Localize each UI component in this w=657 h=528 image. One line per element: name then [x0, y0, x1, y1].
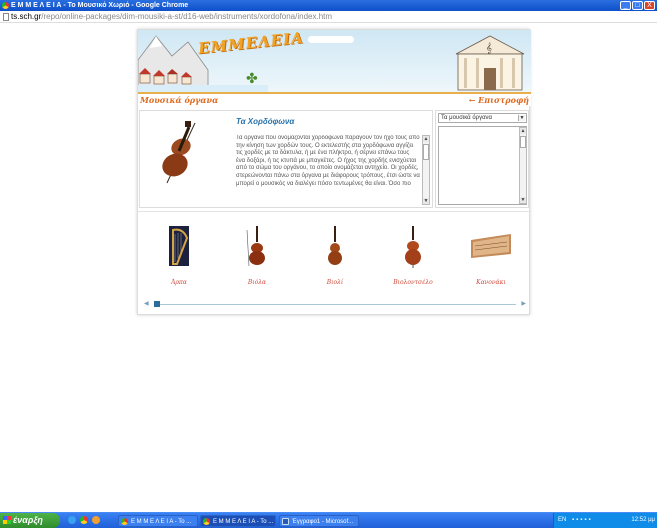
task-label: Ε Μ Μ Ε Λ Ε Ι Α - Το ... [213, 519, 274, 525]
url-path: /repo/online-packages/dim-mousiki-a-st/d… [41, 12, 333, 21]
windows-logo-icon [3, 516, 11, 524]
window-title: Ε Μ Μ Ε Λ Ε Ι Α - Το Μουσικό Χωριό - Goo… [11, 2, 189, 9]
cloud-decoration [308, 36, 354, 43]
back-link[interactable]: ← Επιστροφή [469, 95, 529, 105]
word-icon [282, 518, 289, 525]
tray-icons[interactable]: ▪▪▪▪▪ [572, 517, 593, 524]
svg-text:𝄞: 𝄞 [486, 42, 492, 54]
language-indicator[interactable]: EN [558, 513, 566, 528]
close-button[interactable]: X [644, 1, 655, 10]
chevron-down-icon[interactable]: ▼ [518, 115, 525, 121]
scroll-down-icon[interactable]: ▼ [423, 198, 429, 204]
instruments-listbox[interactable]: ▲ ▼ [438, 126, 527, 205]
kanonaki-icon [471, 234, 511, 258]
scroll-handle[interactable] [154, 301, 160, 307]
scroll-down-icon[interactable]: ▼ [520, 197, 526, 203]
gallery-item-violin[interactable]: Βιολί [300, 224, 370, 286]
windows-taskbar: έναρξη Ε Μ Μ Ε Λ Ε Ι Α - Το ... Ε Μ Μ Ε … [0, 512, 657, 528]
section-title: Μουσικά όργανα [140, 95, 219, 105]
dropdown-value: Τα μουσικά όργανα [441, 115, 493, 121]
instrument-selector: Τα μουσικά όργανα ▼ ▲ ▼ [435, 110, 529, 208]
harp-icon [169, 226, 189, 266]
chrome-icon [121, 518, 128, 525]
gallery-label: Βιολοντσέλο [393, 279, 433, 286]
page-icon [3, 13, 9, 21]
gallery-label: Κανονάκι [476, 279, 506, 286]
gallery-label: Άρπα [171, 279, 187, 286]
chrome-icon [203, 518, 210, 525]
gallery-item-harp[interactable]: Άρπα [144, 224, 214, 286]
scroll-left-icon[interactable]: ◀ [144, 300, 149, 308]
viola-icon [246, 226, 265, 267]
gallery-scrollbar[interactable]: ◀ ▶ [144, 300, 526, 308]
scroll-right-icon[interactable]: ▶ [521, 300, 526, 308]
scroll-thumb[interactable] [520, 136, 526, 148]
cello-icon [405, 226, 421, 268]
violin-image [162, 121, 196, 184]
maximize-button[interactable]: □ [632, 1, 643, 10]
gallery-item-kanonaki[interactable]: Κανονάκι [456, 224, 526, 286]
instrument-title: Τα Χορδόφωνα [236, 117, 295, 126]
conservatory-building-illustration: 𝄞 [455, 35, 525, 91]
gallery-label: Βιόλα [247, 279, 267, 286]
start-button[interactable]: έναρξη [0, 513, 60, 528]
system-tray: EN ▪▪▪▪▪ 12:52 μμ [553, 513, 657, 528]
minimize-button[interactable]: _ [620, 1, 631, 10]
gallery-item-viola[interactable]: Βιόλα [222, 224, 292, 286]
quicklaunch-media-icon[interactable] [92, 516, 100, 524]
scroll-thumb[interactable] [423, 144, 429, 160]
gallery-item-cello[interactable]: Βιολοντσέλο [378, 224, 448, 286]
address-bar[interactable]: ts.sch.gr/repo/online-packages/dim-mousi… [0, 11, 657, 23]
taskbar-item-chrome-2[interactable]: Ε Μ Μ Ε Λ Ε Ι Α - Το ... [200, 515, 276, 527]
listbox-scrollbar[interactable]: ▲ ▼ [519, 127, 527, 204]
clover-decoration-icon: ✤ [246, 70, 258, 86]
url-host: ts.sch.gr [11, 12, 42, 21]
instrument-description: Τα όργανα που ονομάζονται χορδόφωνα παρά… [236, 135, 420, 187]
clock: 12:52 μμ [631, 517, 655, 523]
chrome-logo-icon [2, 2, 9, 9]
instrument-gallery: Άρπα Βιόλα Βιολί Βιολοντσέλο Κανονάκι ◀ … [138, 211, 531, 315]
emmeleia-app: ΕΜΜΕΛΕΙΑ ✤ 𝄞 Μουσικά όργανα ← Επιστροφή … [137, 29, 531, 315]
taskbar-item-word[interactable]: Έγγραφο1 - Microsof... [279, 515, 359, 527]
header-banner: ΕΜΜΕΛΕΙΑ ✤ 𝄞 [138, 30, 531, 92]
violin-icon [328, 226, 342, 265]
start-label: έναρξη [13, 515, 43, 525]
gallery-label: Βιολί [326, 279, 344, 286]
section-navigation: Μουσικά όργανα ← Επιστροφή [138, 92, 531, 106]
quicklaunch-chrome-icon[interactable] [80, 516, 88, 524]
url-text[interactable]: ts.sch.gr/repo/online-packages/dim-mousi… [11, 11, 332, 23]
instrument-info-panel: Τα Χορδόφωνα Τα όργανα που ονομάζονται χ… [139, 110, 433, 208]
instruments-dropdown[interactable]: Τα μουσικά όργανα ▼ [438, 113, 527, 123]
window-title-bar: Ε Μ Μ Ε Λ Ε Ι Α - Το Μουσικό Χωριό - Goo… [0, 0, 657, 11]
scroll-track[interactable] [154, 304, 516, 305]
quicklaunch-ie-icon[interactable] [68, 516, 76, 524]
task-label: Έγγραφο1 - Microsof... [292, 519, 354, 525]
task-label: Ε Μ Μ Ε Λ Ε Ι Α - Το ... [131, 519, 192, 525]
description-scrollbar[interactable]: ▲ ▼ [422, 135, 430, 205]
scroll-up-icon[interactable]: ▲ [520, 128, 526, 134]
scroll-up-icon[interactable]: ▲ [423, 136, 429, 142]
taskbar-item-chrome-1[interactable]: Ε Μ Μ Ε Λ Ε Ι Α - Το ... [118, 515, 198, 527]
